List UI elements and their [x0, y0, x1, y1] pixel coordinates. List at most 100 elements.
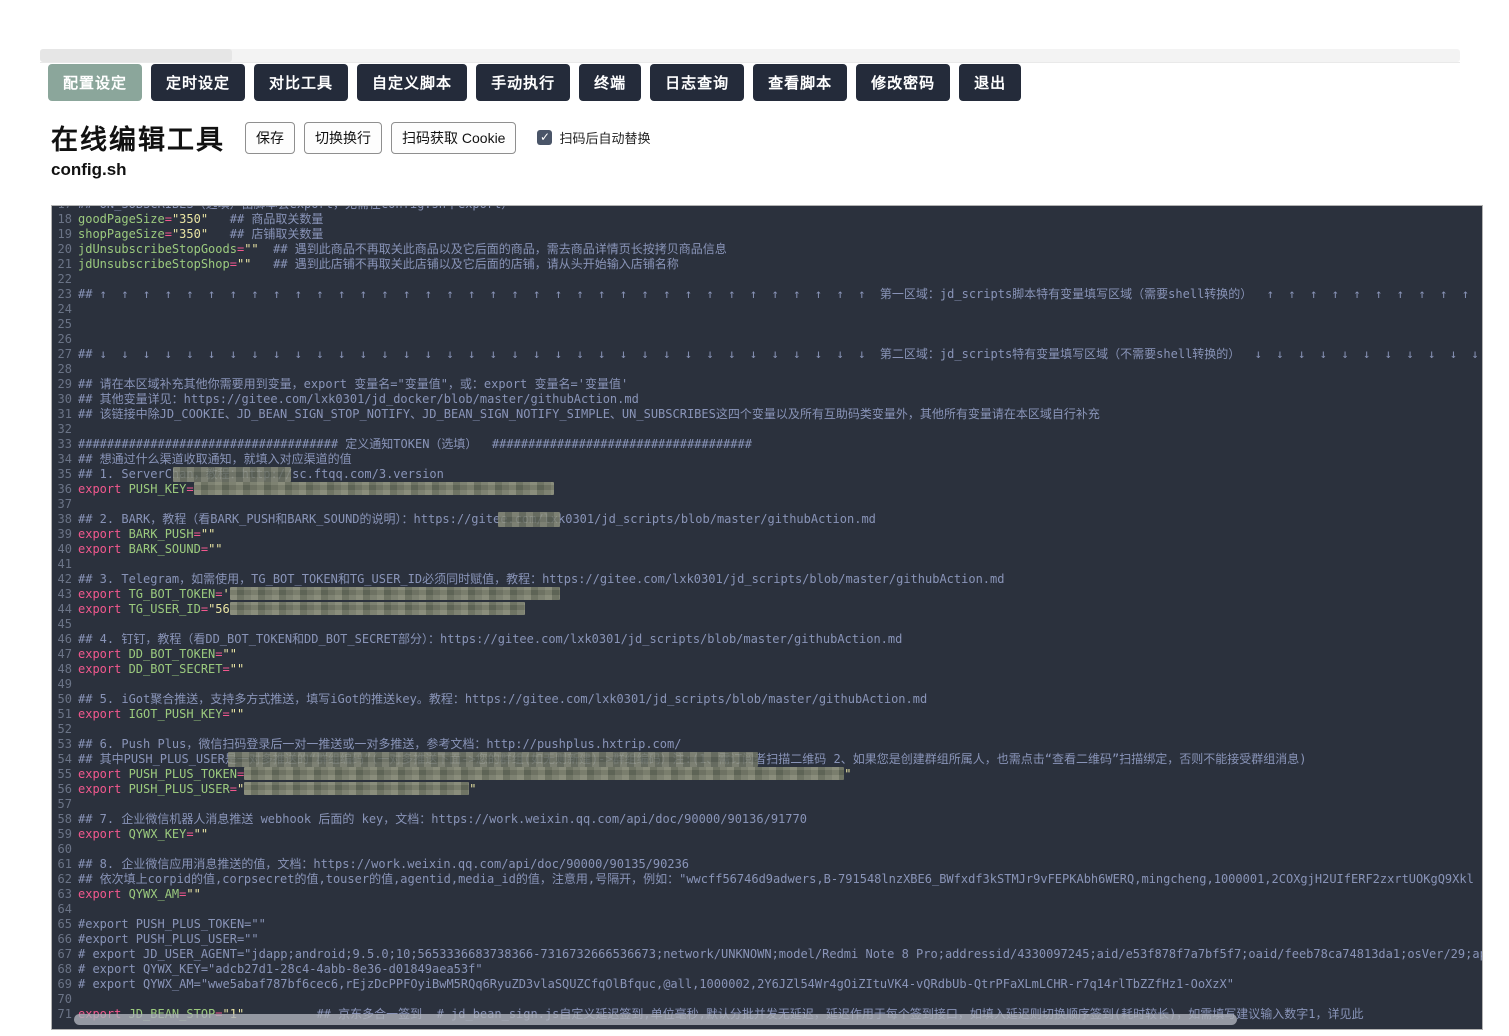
code-line[interactable]: 23 ## ↑ ↑ ↑ ↑ ↑ ↑ ↑ ↑ ↑ ↑ ↑ ↑ ↑ ↑ ↑ ↑ ↑ ↑… [52, 287, 1482, 302]
line-number: 62 [57, 872, 72, 886]
line-number: 50 [57, 692, 72, 706]
line-number: 30 [57, 392, 72, 406]
code-line[interactable]: 17 ## UN_SUBSCRIBES（选填）由脚本会export，无需在conf… [52, 206, 1482, 212]
code-line[interactable]: 25 [52, 317, 1482, 332]
code-line[interactable]: 57 [52, 797, 1482, 812]
save-button[interactable]: 保存 [245, 121, 295, 154]
code-line[interactable]: 22 [52, 272, 1482, 287]
code-line[interactable]: 51 export IGOT_PUSH_KEY="" [52, 707, 1482, 722]
toggle-wrap-button[interactable]: 切换换行 [304, 121, 382, 154]
code-line[interactable]: 58 ## 7. 企业微信机器人消息推送 webhook 后面的 key，文档：h… [52, 812, 1482, 827]
code-line[interactable]: 38 ## 2. BARK，教程（看BARK_PUSH和BARK_SOUND的说明… [52, 512, 1482, 527]
code-line[interactable]: 41 [52, 557, 1482, 572]
code-line[interactable]: 66 #export PUSH_PLUS_USER="" [52, 932, 1482, 947]
code-line[interactable]: 24 [52, 302, 1482, 317]
code-line[interactable]: 33 #################################### 定… [52, 437, 1482, 452]
code-line[interactable]: 49 [52, 677, 1482, 692]
nav-manual-run[interactable]: 手动执行 [476, 64, 571, 101]
nav-config-settings[interactable]: 配置设定 [48, 64, 143, 101]
code-token: export [78, 587, 129, 601]
code-token: # export QYWX_AM="wwe5abaf787bf6cec6,rEj… [78, 977, 1234, 991]
line-number: 66 [57, 932, 72, 946]
code-line[interactable]: 37 [52, 497, 1482, 512]
line-number: 28 [57, 362, 72, 376]
code-line[interactable]: 27 ## ↓ ↓ ↓ ↓ ↓ ↓ ↓ ↓ ↓ ↓ ↓ ↓ ↓ ↓ ↓ ↓ ↓ ↓… [52, 347, 1482, 362]
code-token: ## 7. 企业微信机器人消息推送 webhook 后面的 key，文档：htt… [78, 812, 807, 826]
code-line[interactable]: 30 ## 其他变量详见：https://gitee.com/lxk0301/jd… [52, 392, 1482, 407]
code-line[interactable]: 32 [52, 422, 1482, 437]
code-line[interactable]: 69 # export QYWX_AM="wwe5abaf787bf6cec6,r… [52, 977, 1482, 992]
line-number: 27 [57, 347, 72, 361]
code-token: "" [229, 662, 245, 676]
code-line[interactable]: 70 [52, 992, 1482, 1007]
code-line[interactable]: 56 export PUSH_PLUS_USER=" " [52, 782, 1482, 797]
code-line[interactable]: 52 [52, 722, 1482, 737]
code-line[interactable]: 28 [52, 362, 1482, 377]
code-line[interactable]: 39 export BARK_PUSH="" [52, 527, 1482, 542]
nav-view-script[interactable]: 查看脚本 [753, 64, 848, 101]
code-line[interactable]: 36 export PUSH_KEY= [52, 482, 1482, 497]
code-line[interactable]: 26 [52, 332, 1482, 347]
nav-log-query[interactable]: 日志查询 [650, 64, 745, 101]
code-line[interactable]: 47 export DD_BOT_TOKEN="" [52, 647, 1482, 662]
horizontal-scrollbar-thumb[interactable] [74, 1014, 1237, 1025]
code-token: ## UN_SUBSCRIBES（选填）由脚本会export，无需在config… [78, 206, 513, 211]
nav-change-password[interactable]: 修改密码 [856, 64, 951, 101]
code-line[interactable]: 64 [52, 902, 1482, 917]
code-line[interactable]: 29 ## 请在本区域补充其他你需要用到变量，export 变量名="变量值"，或… [52, 377, 1482, 392]
code-line[interactable]: 42 ## 3. Telegram，如需使用，TG_BOT_TOKEN和TG_US… [52, 572, 1482, 587]
line-number: 20 [57, 242, 72, 256]
auto-replace-checkbox[interactable]: ✓ [537, 130, 553, 145]
code-token: ## 遇到此店铺不再取关此店铺以及它后面的店铺，请从头开始输入店铺名称 [273, 257, 679, 271]
code-line[interactable]: 43 export TG_BOT_TOKEN=' [52, 587, 1482, 602]
line-number: 19 [57, 227, 72, 241]
line-number: 22 [57, 272, 72, 286]
code-token: "" [208, 542, 223, 556]
code-line[interactable]: 18 goodPageSize="350" ## 商品取关数量 [52, 212, 1482, 227]
code-line[interactable]: 67 # export JD_USER_AGENT="jdapp;android;… [52, 947, 1482, 962]
scan-cookie-button[interactable]: 扫码获取 Cookie [391, 121, 517, 154]
code-line[interactable]: 60 [52, 842, 1482, 857]
top-strip-left-segment [40, 49, 232, 62]
code-line[interactable]: 59 export QYWX_KEY="" [52, 827, 1482, 842]
code-token: ## 遇到此商品不再取关此商品以及它后面的商品，需去商品详情页长按拷贝商品信息 [273, 242, 727, 256]
code-token: ## 8. 企业微信应用消息推送的值，文档：https://work.weixi… [78, 857, 690, 871]
code-line[interactable]: 21 jdUnsubscribeStopShop="" ## 遇到此店铺不再取关此… [52, 257, 1482, 272]
code-line[interactable]: 31 ## 该链接中除JD_COOKIE、JD_BEAN_SIGN_STOP_NO… [52, 407, 1482, 422]
code-token: #################################### 定义通… [78, 437, 752, 451]
code-line[interactable]: 68 # export QYWX_KEY="adcb27d1-28c4-4abb-… [52, 962, 1482, 977]
code-line[interactable]: 55 export PUSH_PLUS_TOKEN= " [52, 767, 1482, 782]
nav-custom-script[interactable]: 自定义脚本 [357, 64, 468, 101]
code-token: export [78, 887, 129, 901]
code-line[interactable]: 53 ## 6. Push Plus，微信扫码登录后一对一推送或一对多推送，参考文… [52, 737, 1482, 752]
code-line[interactable]: 61 ## 8. 企业微信应用消息推送的值，文档：https://work.wei… [52, 857, 1482, 872]
code-line[interactable]: 35 ## 1. ServerChan，教程：http://sc.ftqq.com… [52, 467, 1482, 482]
code-token: export [78, 782, 129, 796]
line-number: 34 [57, 452, 72, 466]
code-token: ## 6. Push Plus，微信扫码登录后一对一推送或一对多推送，参考文档：… [78, 737, 682, 751]
code-line[interactable]: 45 [52, 617, 1482, 632]
code-line[interactable]: 62 ## 依次填上corpid的值,corpsecret的值,touser的值,… [52, 872, 1482, 887]
code-line[interactable]: 54 ## 其中PUSH_PLUS_USER是一对多推送的“群组编码”（一对多推送… [52, 752, 1482, 767]
code-line[interactable]: 20 jdUnsubscribeStopGoods="" ## 遇到此商品不再取关… [52, 242, 1482, 257]
code-line[interactable]: 40 export BARK_SOUND="" [52, 542, 1482, 557]
code-line[interactable]: 48 export DD_BOT_SECRET="" [52, 662, 1482, 677]
nav-compare-tool[interactable]: 对比工具 [254, 64, 349, 101]
main-nav: 配置设定 定时设定 对比工具 自定义脚本 手动执行 终端 日志查询 查看脚本 修… [48, 64, 1022, 101]
line-number: 52 [57, 722, 72, 736]
line-number: 63 [57, 887, 72, 901]
line-number: 67 [57, 947, 72, 961]
nav-timer-settings[interactable]: 定时设定 [151, 64, 246, 101]
line-number: 61 [57, 857, 72, 871]
nav-logout[interactable]: 退出 [959, 64, 1022, 101]
code-line[interactable]: 44 export TG_USER_ID="56 [52, 602, 1482, 617]
code-line[interactable]: 19 shopPageSize="350" ## 店铺取关数量 [52, 227, 1482, 242]
code-line[interactable]: 65 #export PUSH_PLUS_TOKEN="" [52, 917, 1482, 932]
nav-terminal[interactable]: 终端 [579, 64, 642, 101]
filename-label: config.sh [51, 160, 127, 179]
code-line[interactable]: 63 export QYWX_AM="" [52, 887, 1482, 902]
code-line[interactable]: 46 ## 4. 钉钉，教程（看DD_BOT_TOKEN和DD_BOT_SECRE… [52, 632, 1482, 647]
code-line[interactable]: 34 ## 想通过什么渠道收取通知，就填入对应渠道的值 [52, 452, 1482, 467]
code-editor[interactable]: 17 ## UN_SUBSCRIBES（选填）由脚本会export，无需在conf… [51, 205, 1483, 1030]
code-line[interactable]: 50 ## 5. iGot聚合推送，支持多方式推送，填写iGot的推送key。教程… [52, 692, 1482, 707]
